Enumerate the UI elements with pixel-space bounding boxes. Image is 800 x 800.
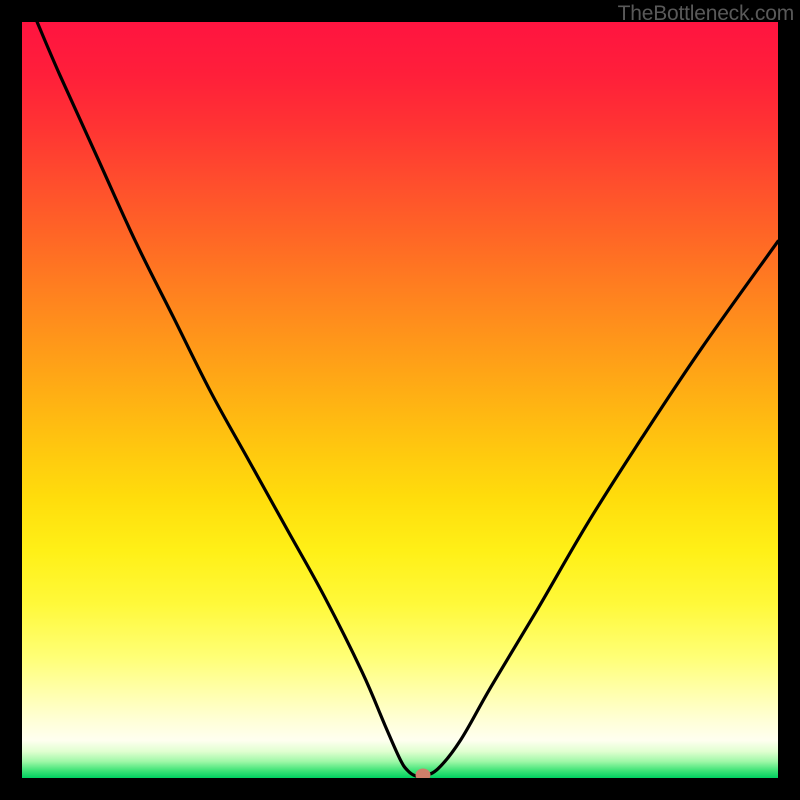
optimal-point-marker [415, 768, 430, 778]
plot-area [22, 22, 778, 778]
heat-gradient-background [22, 22, 778, 778]
watermark-text: TheBottleneck.com [618, 2, 794, 26]
chart-frame: TheBottleneck.com [0, 0, 800, 800]
